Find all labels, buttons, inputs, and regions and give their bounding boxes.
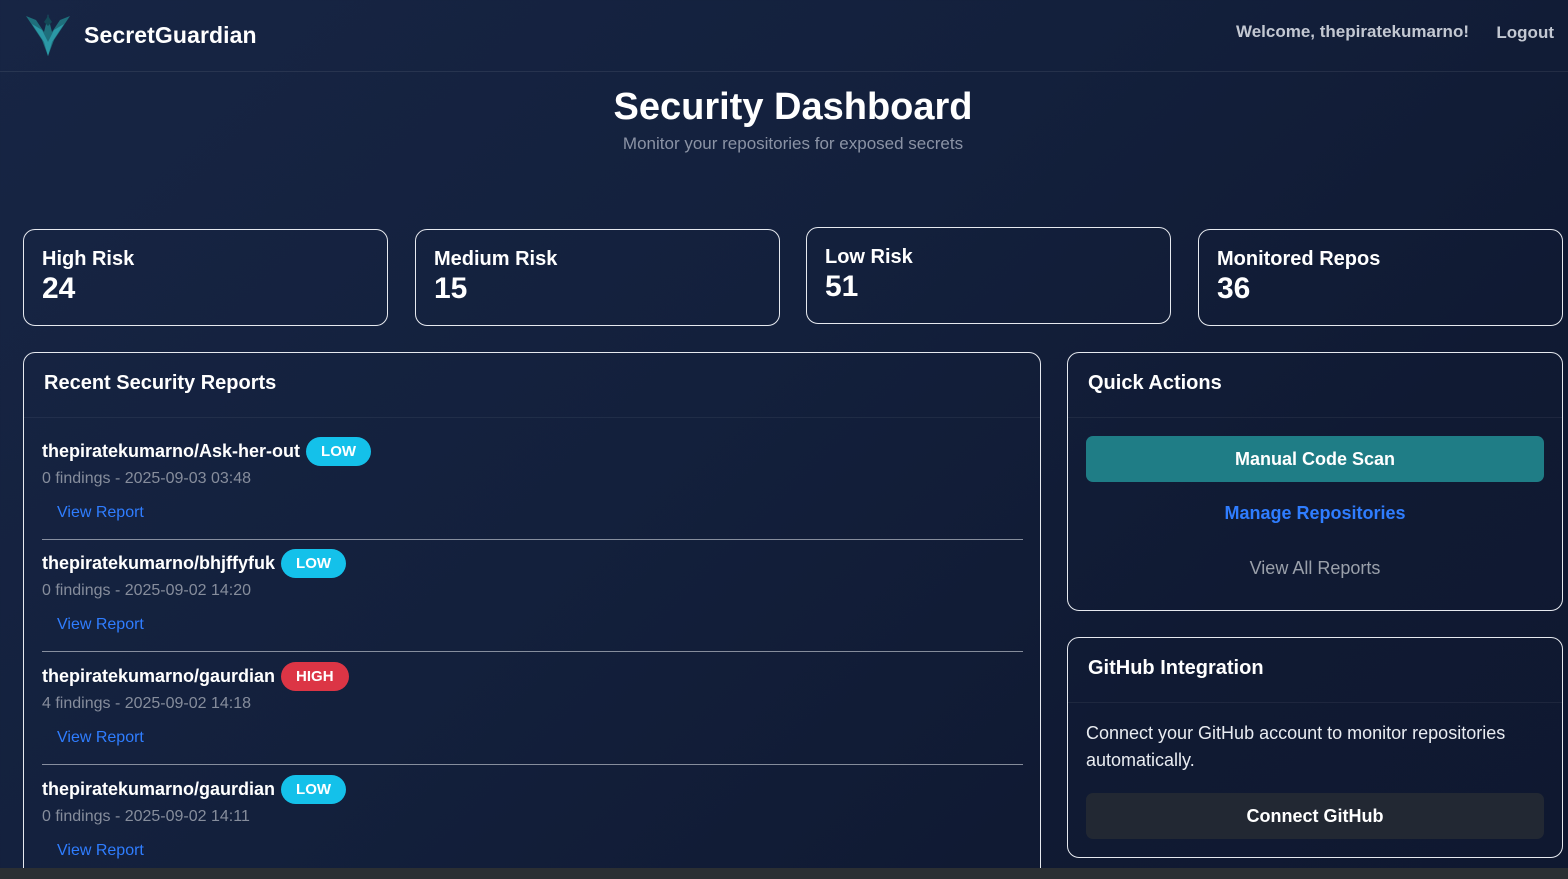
stat-card-monitored-repos: Monitored Repos 36	[1198, 229, 1563, 326]
page-subtitle: Monitor your repositories for exposed se…	[622, 134, 964, 153]
logout-link[interactable]: Logout	[1496, 23, 1554, 43]
view-all-reports-link[interactable]: View All Reports	[1068, 558, 1562, 579]
report-item: thepiratekumarno/Ask-her-out LOW 0 findi…	[42, 436, 1023, 522]
stat-value: 36	[1217, 272, 1251, 305]
report-divider	[42, 764, 1023, 765]
stat-label: Low Risk	[825, 246, 913, 268]
view-report-link[interactable]: View Report	[57, 842, 144, 860]
risk-badge-low: LOW	[306, 436, 372, 466]
taskbar-edge	[0, 868, 1568, 879]
report-divider	[42, 651, 1023, 652]
repo-name: thepiratekumarno/gaurdian	[42, 665, 276, 686]
stat-value: 15	[434, 272, 468, 305]
quick-actions-title: Quick Actions	[1068, 353, 1562, 418]
brand-name: SecretGuardian	[84, 21, 257, 48]
risk-badge-low: LOW	[281, 774, 347, 804]
github-integration-title: GitHub Integration	[1068, 638, 1562, 703]
repo-name: thepiratekumarno/Ask-her-out	[42, 440, 301, 461]
brand[interactable]: SecretGuardian	[22, 10, 257, 60]
stat-card-low-risk: Low Risk 51	[806, 227, 1171, 324]
stat-card-high-risk: High Risk 24	[23, 229, 388, 326]
report-item: thepiratekumarno/gaurdian HIGH 4 finding…	[42, 661, 1023, 747]
report-meta: 0 findings - 2025-09-02 14:20	[42, 582, 252, 599]
view-report-link[interactable]: View Report	[57, 616, 144, 634]
risk-badge-high: HIGH	[281, 661, 349, 691]
manual-code-scan-button[interactable]: Manual Code Scan	[1086, 436, 1544, 482]
stat-label: Monitored Repos	[1217, 248, 1381, 270]
github-description: Connect your GitHub account to monitor r…	[1086, 723, 1506, 770]
page-title: Security Dashboard	[613, 86, 973, 128]
welcome-text: Welcome, thepiratekumarno!	[1235, 22, 1469, 41]
report-divider	[42, 539, 1023, 540]
report-item: thepiratekumarno/gaurdian LOW 0 findings…	[42, 774, 1023, 860]
connect-github-button[interactable]: Connect GitHub	[1086, 793, 1544, 839]
navbar: SecretGuardian Welcome, thepiratekumarno…	[0, 0, 1568, 72]
report-meta: 4 findings - 2025-09-02 14:18	[42, 695, 252, 712]
report-meta: 0 findings - 2025-09-03 03:48	[42, 470, 252, 487]
stat-value: 51	[825, 270, 859, 303]
github-integration-panel: GitHub Integration Connect your GitHub a…	[1067, 637, 1563, 858]
recent-reports-title: Recent Security Reports	[24, 353, 1040, 418]
manage-repositories-link[interactable]: Manage Repositories	[1068, 503, 1562, 524]
risk-badge-low: LOW	[281, 548, 347, 578]
repo-name: thepiratekumarno/bhjffyfuk	[42, 552, 276, 573]
report-item: thepiratekumarno/bhjffyfuk LOW 0 finding…	[42, 548, 1023, 634]
stat-label: High Risk	[42, 248, 135, 270]
stat-label: Medium Risk	[434, 248, 558, 270]
repo-name: thepiratekumarno/gaurdian	[42, 778, 276, 799]
view-report-link[interactable]: View Report	[57, 729, 144, 747]
recent-reports-panel: Recent Security Reports thepiratekumarno…	[23, 352, 1041, 879]
report-meta: 0 findings - 2025-09-02 14:11	[42, 808, 250, 825]
eagle-logo-icon	[26, 14, 70, 56]
view-report-link[interactable]: View Report	[57, 504, 144, 522]
stat-value: 24	[42, 272, 76, 305]
stat-card-medium-risk: Medium Risk 15	[415, 229, 780, 326]
quick-actions-panel: Quick Actions Manual Code Scan Manage Re…	[1067, 352, 1563, 611]
